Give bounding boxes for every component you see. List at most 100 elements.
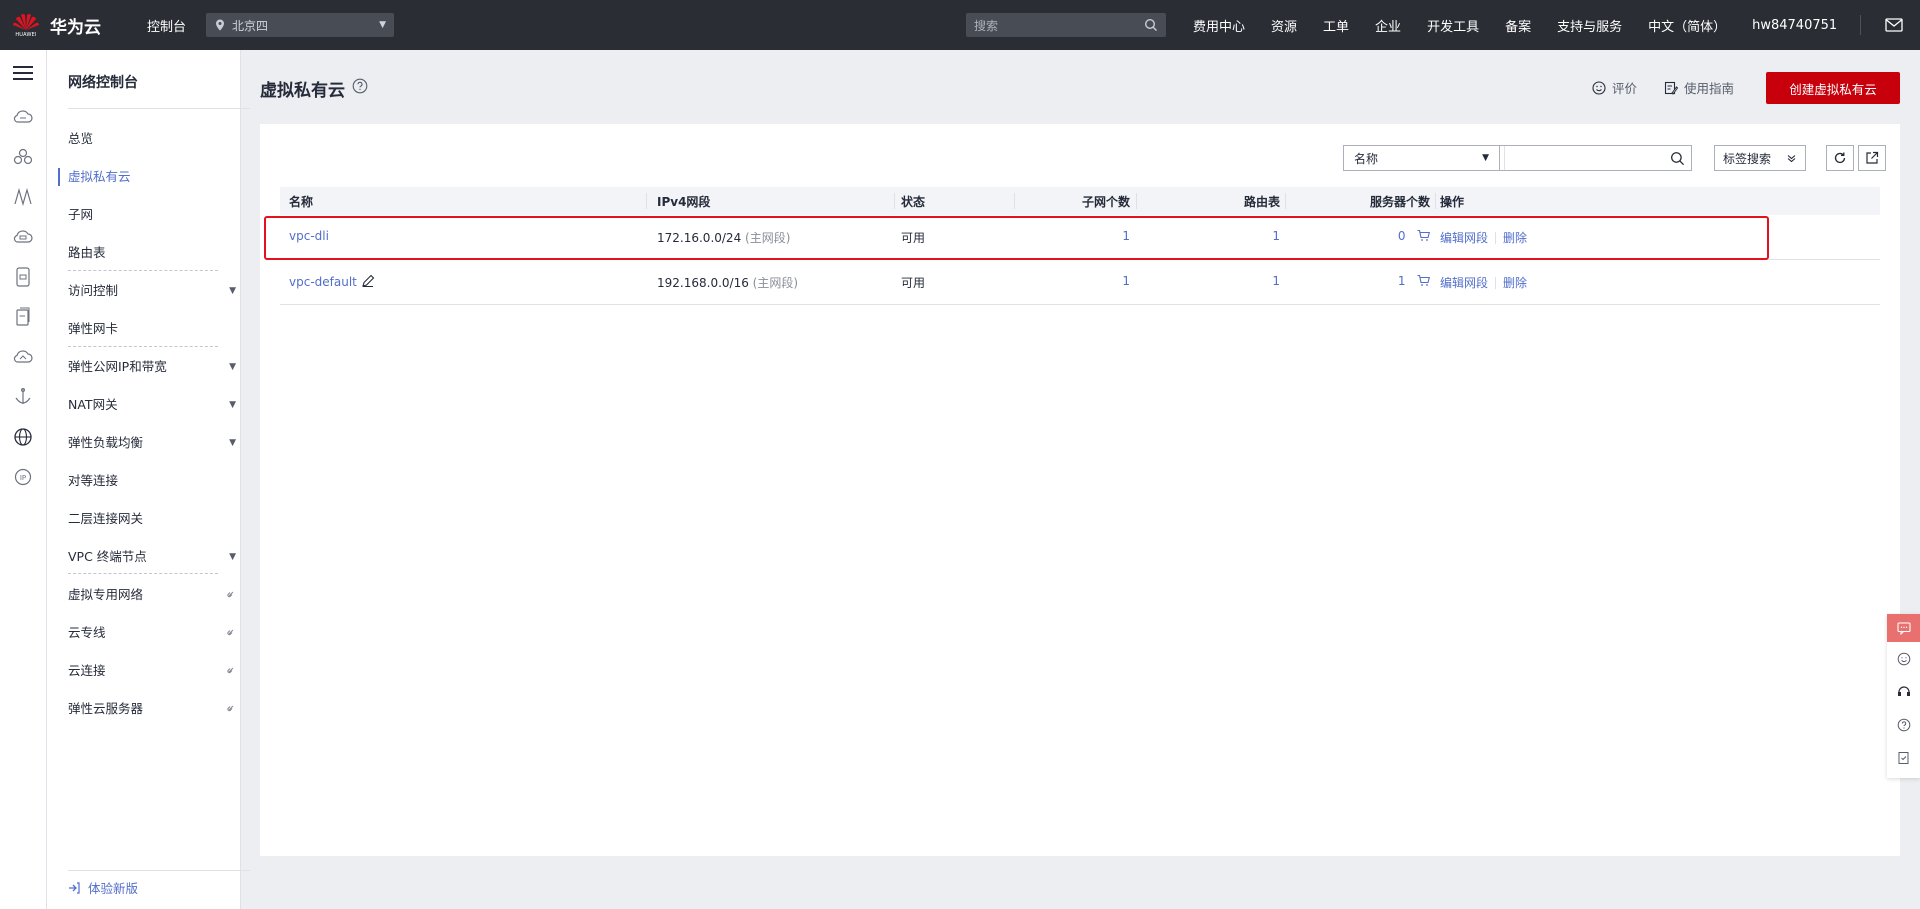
rate-link[interactable]: 评价 [1592, 78, 1637, 97]
switch-version-icon [69, 881, 80, 894]
server-count-link[interactable]: 0 [1398, 229, 1406, 243]
customer-service-button[interactable] [1887, 675, 1920, 708]
sidebar-item-direct-connect[interactable]: 云专线 [68, 621, 234, 645]
col-header-route-tables: 路由表 [1243, 194, 1280, 209]
export-button[interactable] [1858, 145, 1886, 171]
mail-icon[interactable] [1885, 18, 1903, 32]
notes-button[interactable] [1887, 741, 1920, 774]
create-vpc-button[interactable]: 创建虚拟私有云 [1766, 72, 1900, 104]
nav-account[interactable]: hw84740751 [1752, 18, 1837, 33]
row-actions: 编辑网段 删除 [1440, 274, 1527, 291]
external-link-icon [227, 591, 234, 598]
floating-toolbar [1887, 614, 1920, 778]
caret-down-icon: ▼ [1482, 153, 1489, 163]
sidebar-item-access-control[interactable]: 访问控制 ▼ [68, 279, 236, 303]
nav-tickets[interactable]: 工单 [1323, 16, 1349, 35]
sidebar-item-elb[interactable]: 弹性负载均衡 ▼ [68, 431, 236, 455]
route-table-count-link[interactable]: 1 [1272, 229, 1280, 243]
cart-icon[interactable] [1417, 229, 1431, 242]
sidebar-item-peering[interactable]: 对等连接 [68, 469, 228, 493]
storage-icon[interactable] [12, 266, 34, 288]
refresh-icon [1834, 152, 1846, 164]
col-header-subnets: 子网个数 [1081, 194, 1130, 209]
vpc-name-link[interactable]: vpc-default [289, 275, 357, 289]
sidebar-item-eip[interactable]: 弹性公网IP和带宽 ▼ [68, 355, 236, 379]
satisfaction-button[interactable] [1887, 642, 1920, 675]
question-icon [1897, 718, 1910, 731]
sidebar-item-vpcep[interactable]: VPC 终端节点 ▼ [68, 545, 236, 569]
brand-name: 华为云 [50, 17, 101, 38]
server-count-link[interactable]: 1 [1398, 274, 1406, 288]
menu-icon[interactable] [13, 65, 33, 81]
filter-search-input[interactable] [1504, 146, 1671, 170]
network-console-sidebar: 网络控制台 总览 虚拟私有云 子网 路由表 访问控制 ▼ 弹性网卡 弹性公网IP和… [47, 50, 250, 909]
sidebar-item-label: 对等连接 [68, 473, 119, 488]
sidebar-item-l2cg[interactable]: 二层连接网关 [68, 507, 228, 531]
cloud-icon[interactable] [12, 346, 34, 368]
headset-icon [1897, 685, 1910, 696]
nav-language[interactable]: 中文（简体） [1648, 16, 1726, 35]
search-placeholder: 搜索 [974, 18, 999, 33]
sidebar-item-nat[interactable]: NAT网关 ▼ [68, 393, 236, 417]
globe-icon[interactable] [12, 426, 34, 448]
cart-icon[interactable] [1417, 274, 1431, 287]
sidebar-item-subnets[interactable]: 子网 [68, 203, 228, 227]
edit-pencil-icon[interactable] [361, 274, 375, 288]
sidebar-item-vpc[interactable]: 虚拟私有云 [68, 165, 228, 189]
refresh-button[interactable] [1826, 145, 1854, 171]
help-icon[interactable] [352, 78, 368, 94]
double-chevron-down-icon [1787, 154, 1796, 162]
vpc-status: 可用 [901, 231, 926, 245]
tag-search-button[interactable]: 标签搜索 [1714, 145, 1806, 171]
delete-link[interactable]: 删除 [1503, 231, 1527, 245]
cluster-icon[interactable] [12, 146, 34, 168]
network-topology-icon[interactable] [12, 186, 34, 208]
server-count-cell: 0 [1398, 229, 1431, 243]
filter-field-select[interactable]: 名称 ▼ [1343, 145, 1499, 171]
vpc-name-link[interactable]: vpc-dli [289, 229, 329, 243]
console-link[interactable]: 控制台 [147, 16, 186, 35]
region-select[interactable]: 北京四 ▼ [206, 13, 395, 37]
sidebar-item-cloud-connect[interactable]: 云连接 [68, 659, 234, 683]
sidebar-dashed-divider [68, 573, 218, 574]
nav-enterprise[interactable]: 企业 [1375, 16, 1401, 35]
col-divider [894, 193, 895, 209]
nav-dev-tools[interactable]: 开发工具 [1427, 16, 1479, 35]
vpc-table: 名称 IPv4网段 状态 子网个数 路由表 服务器个数 操作 vpc-dli 1… [280, 187, 1880, 305]
sidebar-item-overview[interactable]: 总览 [68, 127, 228, 151]
edit-cidr-link[interactable]: 编辑网段 [1440, 276, 1488, 290]
sidebar-item-ecs[interactable]: 弹性云服务器 [68, 697, 234, 721]
svg-text:IP: IP [20, 474, 26, 482]
edit-cidr-link[interactable]: 编辑网段 [1440, 231, 1488, 245]
cloud-db-icon[interactable] [12, 226, 34, 248]
ip-address-icon[interactable]: IP [12, 466, 34, 488]
nav-resources[interactable]: 资源 [1271, 16, 1297, 35]
search-icon[interactable] [1670, 151, 1685, 166]
location-pin-icon [216, 19, 225, 31]
delete-link[interactable]: 删除 [1503, 276, 1527, 290]
subnet-count-link[interactable]: 1 [1122, 229, 1130, 243]
cidr-note: (主网段) [745, 231, 791, 245]
huawei-logo[interactable]: HUAWEI 华为云 [12, 10, 101, 40]
help-button[interactable] [1887, 708, 1920, 741]
sidebar-title: 网络控制台 [68, 75, 138, 91]
sidebar-item-label: 弹性公网IP和带宽 [68, 359, 167, 374]
nav-icp[interactable]: 备案 [1505, 16, 1531, 35]
search-icon[interactable] [1144, 18, 1158, 32]
feedback-button[interactable] [1887, 614, 1920, 642]
try-new-version-link[interactable]: 体验新版 [68, 878, 138, 897]
subnet-count-link[interactable]: 1 [1122, 274, 1130, 288]
cloud-server-icon[interactable] [12, 106, 34, 128]
anchor-icon[interactable] [12, 386, 34, 408]
global-search-input[interactable]: 搜索 [966, 13, 1166, 37]
filter-field-label: 名称 [1354, 151, 1379, 166]
sidebar-item-route-tables[interactable]: 路由表 [68, 241, 228, 265]
sidebar-footer-divider [68, 870, 250, 871]
nav-billing[interactable]: 费用中心 [1193, 16, 1245, 35]
sidebar-item-vpn[interactable]: 虚拟专用网络 [68, 583, 234, 607]
sidebar-item-eni[interactable]: 弹性网卡 [68, 317, 228, 341]
nav-support[interactable]: 支持与服务 [1557, 16, 1622, 35]
user-guide-link[interactable]: 使用指南 [1664, 78, 1734, 97]
document-icon[interactable] [12, 306, 34, 328]
route-table-count-link[interactable]: 1 [1272, 274, 1280, 288]
